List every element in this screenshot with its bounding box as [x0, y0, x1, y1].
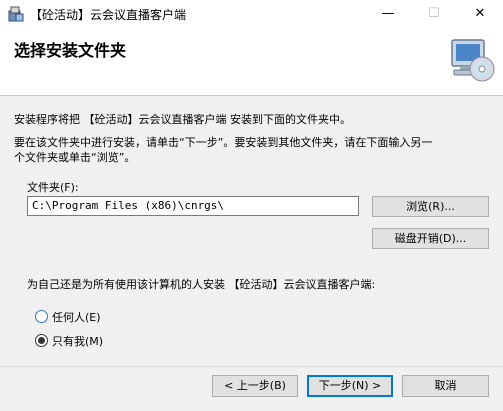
- next-button[interactable]: 下一步(N) >: [307, 375, 393, 397]
- close-button[interactable]: ✕: [457, 0, 503, 28]
- header-banner: 选择安装文件夹: [0, 28, 503, 96]
- install-for-question: 为自己还是为所有使用该计算机的人安装 【砼活动】云会议直播客户端:: [27, 278, 376, 291]
- radio-everyone[interactable]: [35, 310, 48, 323]
- back-button[interactable]: < 上一步(B): [212, 375, 298, 397]
- intro-text: 安装程序将把 【砼活动】云会议直播客户端 安装到下面的文件夹中。: [14, 113, 351, 126]
- folder-label: 文件夹(F):: [27, 181, 79, 194]
- cancel-button[interactable]: 取消: [402, 375, 489, 397]
- radio-just-me-label[interactable]: 只有我(M): [52, 333, 103, 349]
- disk-cost-button[interactable]: 磁盘开销(D)...: [372, 228, 489, 249]
- footer-divider: [0, 366, 503, 367]
- browse-button[interactable]: 浏览(R)...: [372, 196, 489, 217]
- computer-cd-icon: [451, 39, 495, 82]
- instruction-text-line2: 个文件夹或单击“浏览”。: [14, 151, 136, 164]
- folder-path-input[interactable]: C:\Program Files (x86)\cnrgs\: [27, 196, 359, 216]
- title-bar: 【砼活动】云会议直播客户端 — ☐ ✕: [0, 0, 503, 28]
- radio-everyone-label[interactable]: 任何人(E): [52, 309, 101, 325]
- maximize-button: ☐: [428, 6, 440, 21]
- radio-just-me[interactable]: [35, 334, 48, 347]
- instruction-text-line1: 要在该文件夹中进行安装，请单击“下一步”。要安装到其他文件夹，请在下面输入另一: [14, 136, 433, 149]
- window-title: 【砼活动】云会议直播客户端: [30, 8, 187, 22]
- installer-app-icon: [8, 6, 24, 22]
- page-title: 选择安装文件夹: [14, 41, 127, 60]
- minimize-button[interactable]: —: [365, 0, 411, 28]
